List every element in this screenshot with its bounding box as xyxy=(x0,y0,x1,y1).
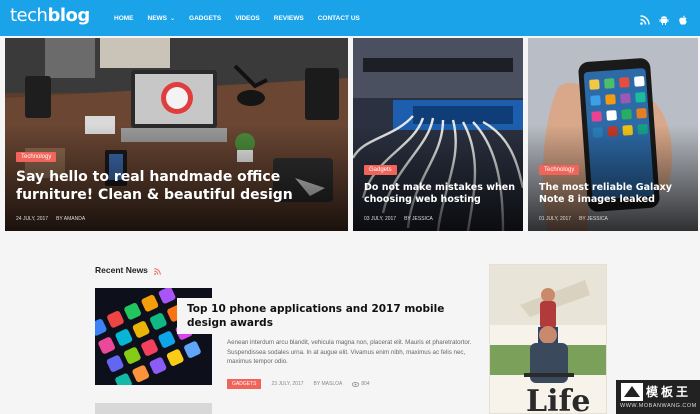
nav-videos-label: VIDEOS xyxy=(235,14,260,22)
next-post-thumbnail[interactable] xyxy=(95,403,212,414)
recent-news-heading: Recent News xyxy=(95,265,161,275)
nav-news[interactable]: NEWS ⌄ xyxy=(148,15,176,22)
nav-news-label: NEWS xyxy=(147,14,168,22)
post-meta: GADGETS 23 JULY, 2017 BY MASLOA 804 xyxy=(227,379,370,389)
main-nav: HOME NEWS ⌄ GADGETS VIDEOS REVIEWS CONTAC… xyxy=(114,0,374,36)
category-badge[interactable]: Technology xyxy=(539,165,580,175)
nav-gadgets-label: GADGETS xyxy=(189,14,222,22)
rss-icon[interactable] xyxy=(154,267,161,275)
nav-gadgets[interactable]: GADGETS xyxy=(189,15,221,22)
post-excerpt: Aenean interdum arcu blandit, vehicula m… xyxy=(227,339,472,366)
post-author[interactable]: BY JESSICA xyxy=(404,216,433,222)
sidebar-ad[interactable]: Life xyxy=(489,264,607,414)
watermark-logo-icon xyxy=(621,383,643,401)
hero-card-galaxy[interactable]: Technology The most reliable Galaxy Note… xyxy=(528,38,698,231)
post-date: 03 JULY, 2017 xyxy=(364,216,397,222)
watermark-url: WWW.MOBANWANG.COM xyxy=(620,403,697,409)
recent-news-title: Recent News xyxy=(95,265,148,275)
hero-title[interactable]: The most reliable Galaxy Note 8 images l… xyxy=(539,182,695,206)
post-title[interactable]: Top 10 phone applications and 2017 mobil… xyxy=(187,302,472,330)
category-badge[interactable]: Technology xyxy=(16,152,57,162)
post-author[interactable]: BY AMANDA xyxy=(56,216,85,222)
post-author[interactable]: BY JESSICA xyxy=(579,216,608,222)
eye-icon xyxy=(352,381,360,387)
nav-contact-label: CONTACT US xyxy=(317,14,360,22)
post-date: 01 JULY, 2017 xyxy=(539,216,572,222)
nav-contact[interactable]: CONTACT US xyxy=(318,15,360,22)
hero-meta: 24 JULY, 2017 BY AMANDA xyxy=(16,216,85,222)
hero-title[interactable]: Say hello to real handmade office furnit… xyxy=(16,169,346,204)
rss-icon[interactable] xyxy=(640,12,650,25)
nav-home-label: HOME xyxy=(114,14,134,22)
nav-reviews-label: REVIEWS xyxy=(273,14,304,22)
hero-meta: 03 JULY, 2017 BY JESSICA xyxy=(364,216,433,222)
social-links xyxy=(640,12,688,25)
android-icon[interactable] xyxy=(659,12,669,25)
chevron-down-icon: ⌄ xyxy=(170,15,176,22)
site-header: techblog HOME NEWS ⌄ GADGETS VIDEOS REVIE… xyxy=(0,0,700,36)
post-date: 23 JULY, 2017 xyxy=(271,381,304,387)
watermark-badge: 模板王 WWW.MOBANWANG.COM xyxy=(616,380,700,414)
watermark-title: 模板王 xyxy=(646,385,692,399)
site-logo[interactable]: techblog xyxy=(10,5,90,26)
post-date: 24 JULY, 2017 xyxy=(16,216,49,222)
apple-icon[interactable] xyxy=(678,12,688,25)
logo-bold-text: blog xyxy=(47,5,90,26)
category-badge[interactable]: Gadgets xyxy=(364,165,397,175)
post-author[interactable]: BY MASLOA xyxy=(314,381,343,387)
nav-videos[interactable]: VIDEOS xyxy=(235,15,260,22)
post-views: 804 xyxy=(352,381,370,387)
logo-light-text: tech xyxy=(10,5,48,26)
nav-home[interactable]: HOME xyxy=(114,15,134,22)
hero-meta: 01 JULY, 2017 BY JESSICA xyxy=(539,216,608,222)
nav-reviews[interactable]: REVIEWS xyxy=(274,15,304,22)
family-life-ad-image: Life xyxy=(490,265,606,414)
ad-text: Life xyxy=(526,384,590,414)
hero-title[interactable]: Do not make mistakes when choosing web h… xyxy=(364,182,520,206)
hero-card-office[interactable]: Technology Say hello to real handmade of… xyxy=(5,38,348,231)
post-views-count: 804 xyxy=(361,381,370,387)
hero-card-hosting[interactable]: Gadgets Do not make mistakes when choosi… xyxy=(353,38,523,231)
post-tag[interactable]: GADGETS xyxy=(227,379,262,389)
